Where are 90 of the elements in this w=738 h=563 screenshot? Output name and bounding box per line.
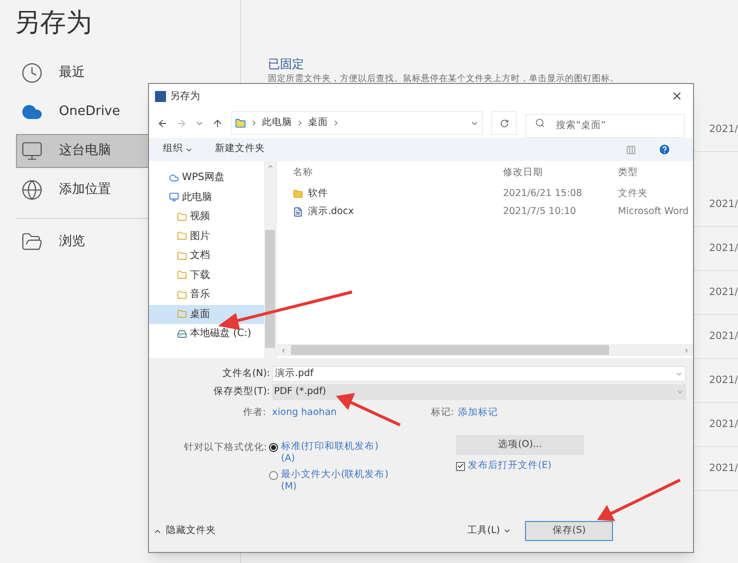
help-icon[interactable] [658, 143, 671, 156]
radio-button[interactable] [269, 471, 278, 480]
check-icon [457, 462, 464, 470]
pinned-description: 固定所需文件夹，方便以后查找。鼠标悬停在某个文件夹上方时，单击显示的图钉图标。 [267, 73, 620, 86]
recent-date: 2021/ [709, 330, 738, 344]
recent-date: 2021/ [709, 374, 738, 388]
save-button[interactable]: 保存(S) [525, 521, 613, 541]
tags-label: 标记: [430, 406, 455, 420]
file-name[interactable]: 软件 [308, 186, 328, 202]
scroll-left-icon[interactable] [280, 346, 287, 354]
radio-button[interactable] [269, 443, 278, 452]
file-date: 2021/6/21 15:08 [503, 186, 584, 201]
folder-icon [21, 231, 43, 253]
cloud-icon [169, 172, 179, 183]
recent-date: 2021/ [709, 286, 738, 300]
folder-icon [177, 309, 187, 320]
recent-date: 2021/ [709, 242, 738, 256]
address-bar[interactable]: 此电脑 桌面 [231, 111, 483, 135]
hide-folders-toggle[interactable]: 隐藏文件夹 [153, 524, 216, 538]
scroll-right-icon[interactable] [683, 346, 690, 354]
nav-pane-item[interactable]: 图片 [149, 226, 264, 246]
file-type: Microsoft Word [618, 204, 690, 219]
options-button[interactable]: 选项(O)... [456, 435, 584, 455]
refresh-button[interactable] [491, 111, 517, 135]
scrollbar[interactable] [264, 161, 276, 358]
dropdown-icon [676, 388, 684, 396]
refresh-icon [500, 118, 508, 128]
author-link[interactable]: xiong haohan [272, 406, 380, 420]
optimize-label: 针对以下格式优化: [182, 441, 268, 455]
page-title: 另存为 [13, 7, 93, 40]
chevron-icon [296, 119, 304, 127]
pinned-heading: 已固定 [267, 56, 305, 73]
file-type-label: 保存类型(T): [212, 384, 271, 399]
column-header[interactable]: 修改日期 [503, 166, 618, 180]
up-icon[interactable] [212, 118, 223, 128]
scroll-up-icon[interactable] [266, 163, 274, 170]
tools-menu[interactable]: 工具(L) [467, 524, 511, 538]
backstage-nav-item[interactable]: 最近 [16, 56, 224, 90]
column-header[interactable]: 名称 [293, 166, 503, 180]
column-header[interactable]: 类型 [618, 166, 693, 180]
back-icon[interactable] [157, 118, 168, 128]
drive-icon [177, 328, 187, 339]
folder-icon [293, 189, 303, 199]
file-type-select[interactable]: PDF (*.pdf) [272, 384, 686, 400]
nav-pane-item[interactable]: 桌面 [149, 304, 264, 324]
chevron-icon [332, 119, 340, 127]
author-label: 作者: [242, 406, 267, 420]
recent-date: 2021/ [709, 198, 738, 212]
breadcrumb[interactable]: 桌面 [308, 116, 328, 130]
breadcrumb[interactable]: 此电脑 [262, 116, 292, 130]
folder-icon [177, 270, 187, 280]
horizontal-scrollbar[interactable] [277, 344, 693, 356]
folder-icon [177, 212, 187, 222]
nav-pane-item[interactable]: 此电脑 [149, 188, 264, 207]
folder-icon [235, 118, 246, 128]
nav-pane-item[interactable]: 音乐 [149, 285, 264, 304]
nav-pane-item[interactable]: 文档 [149, 246, 264, 266]
radio-label[interactable]: 最小文件大小(联机发布)(M) [281, 469, 391, 493]
tags-link[interactable]: 添加标记 [458, 406, 498, 420]
computer-icon [169, 192, 179, 202]
open-after-checkbox[interactable]: 发布后打开文件(E) [456, 459, 584, 474]
filename-label: 文件名(N): [221, 366, 271, 381]
recent-date: 2021/ [709, 462, 738, 476]
dialog-title: 另存为 [170, 90, 200, 104]
folder-icon [177, 290, 187, 300]
file-type: 文件夹 [618, 186, 649, 201]
nav-pane-item[interactable]: 本地磁盘 (C:) [149, 324, 264, 344]
radio-label[interactable]: 标准(打印和联机发布)(A) [281, 441, 391, 465]
computer-icon [21, 140, 43, 162]
folder-icon [177, 231, 187, 242]
clock-icon [21, 62, 43, 84]
filename-field[interactable]: 演示.pdf [272, 366, 686, 382]
search-field[interactable]: 搜索“桌面” [525, 114, 685, 138]
caret-icon [503, 527, 511, 535]
nav-pane-item[interactable]: 视频 [149, 207, 264, 226]
file-name[interactable]: 演示.docx [308, 204, 354, 220]
organize-menu[interactable]: 组织 [163, 142, 193, 157]
dropdown-icon [675, 370, 683, 378]
nav-pane-item[interactable]: WPS网盘 [149, 168, 264, 188]
globe-icon [21, 179, 43, 201]
recent-date: 2021/ [709, 418, 738, 432]
search-icon [535, 118, 545, 128]
annotation-arrow [336, 393, 401, 426]
chevron-icon [250, 119, 258, 127]
recent-date: 2021/ [709, 122, 738, 137]
file-date: 2021/7/5 10:10 [503, 204, 578, 219]
close-icon[interactable] [671, 90, 683, 102]
folder-icon [177, 250, 187, 261]
view-icon[interactable] [626, 144, 636, 154]
nav-pane-item[interactable]: 下载 [149, 266, 264, 285]
